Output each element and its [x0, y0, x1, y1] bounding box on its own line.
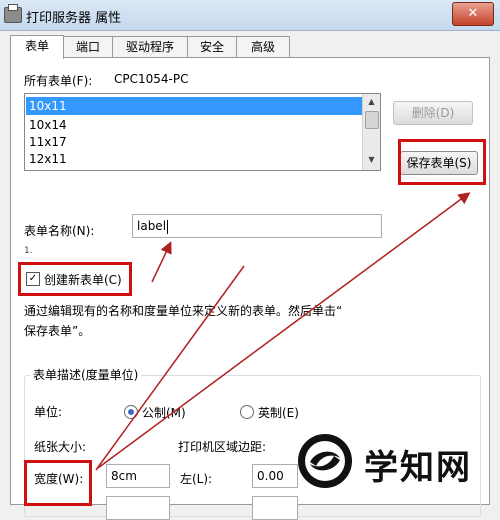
watermark-logo-icon [298, 434, 352, 488]
arrow-to-name-field [151, 241, 172, 283]
arrow-line-secondary [95, 265, 245, 471]
tab-forms[interactable]: 表单 [10, 35, 64, 59]
arrow-to-save-button [97, 192, 471, 469]
watermark-text: 学知网 [364, 448, 472, 488]
annotation-arrows [95, 192, 471, 471]
